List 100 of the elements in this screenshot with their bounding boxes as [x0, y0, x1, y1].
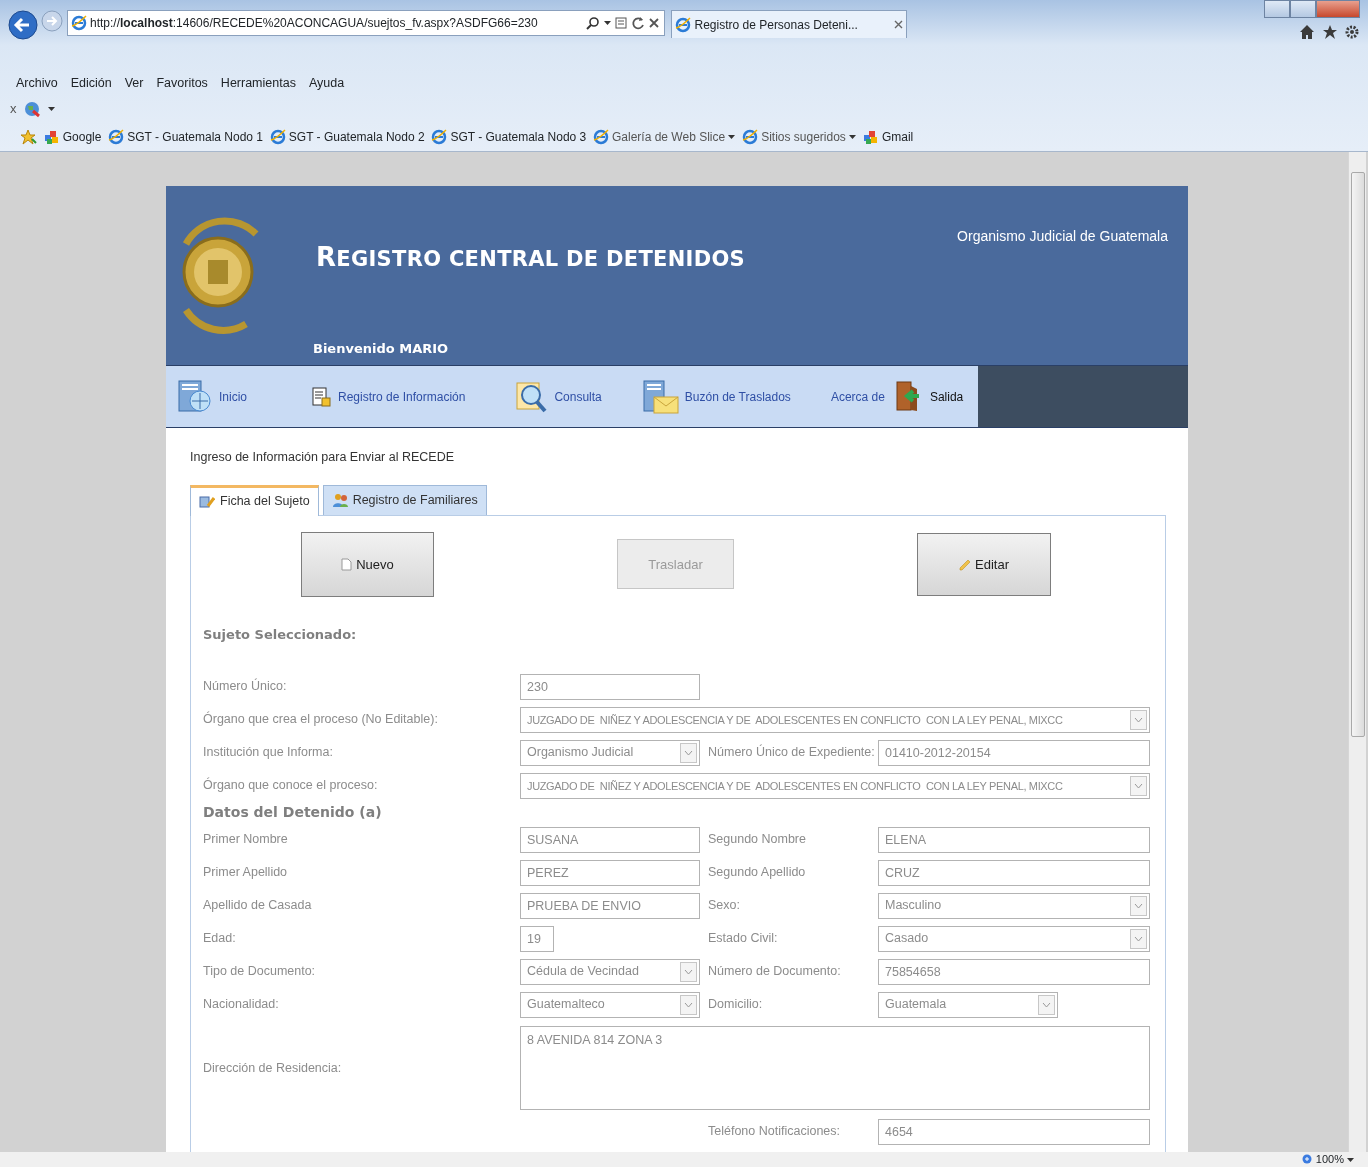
nav-link[interactable]: Inicio	[219, 387, 247, 406]
back-button[interactable]	[8, 10, 38, 40]
favorite-link[interactable]: Sitios sugeridos	[761, 128, 846, 146]
browser-icon	[70, 15, 87, 31]
scrollbar[interactable]	[1348, 152, 1366, 1152]
text-field[interactable]: PEREZ	[520, 859, 700, 886]
colorful-squares-icon	[43, 129, 60, 145]
organization-name: Organismo Judicial de Guatemala	[957, 227, 1168, 246]
action-button[interactable]: Nuevo	[301, 531, 434, 597]
url-text: http://localhost:14606/RECEDE%20ACONCAGUA/suejtos_fv.aspx?ASDFG66=230	[90, 15, 539, 32]
favorite-link[interactable]: Gmail	[881, 128, 914, 146]
field-label: Segundo Nombre	[707, 832, 807, 848]
zoom-icon[interactable]	[1301, 1154, 1313, 1165]
menu-item[interactable]: Archivo	[16, 73, 58, 93]
forward-button[interactable]	[41, 10, 64, 32]
welcome-text: Bienvenido MARIO	[313, 340, 449, 358]
field-label: Primer Nombre	[203, 832, 289, 848]
zoom-level[interactable]: 100%	[1315, 1151, 1344, 1167]
settings-icon[interactable]	[1344, 24, 1360, 40]
text-field[interactable]: PRUEBA DE ENVIO	[520, 892, 700, 919]
globe-icon[interactable]	[23, 100, 41, 118]
browser-icon	[741, 129, 758, 145]
text-field[interactable]: 230	[520, 673, 700, 700]
close-icon[interactable]	[648, 17, 661, 29]
close-button[interactable]	[1316, 0, 1360, 18]
field-label: Nacionalidad:	[203, 997, 280, 1013]
field-label: Teléfono Notificaciones:	[707, 1124, 842, 1140]
home-icon[interactable]	[1299, 24, 1315, 40]
page-title: REGISTRO CENTRAL DE DETENIDOS	[316, 241, 745, 274]
section-heading: Sujeto Seleccionado:	[203, 625, 358, 644]
menu-item[interactable]: Ayuda	[308, 73, 345, 93]
caret-icon	[47, 107, 55, 111]
close-icon[interactable]	[893, 20, 903, 29]
favorite-link[interactable]: SGT - Guatemala Nodo 1	[127, 128, 264, 146]
field-label: Edad:	[203, 931, 237, 947]
section-heading: Datos del Detenido (a)	[203, 803, 383, 823]
field-label: Tipo de Documento:	[203, 964, 317, 980]
nav-link[interactable]: Salida	[929, 387, 964, 406]
address-bar[interactable]: http://localhost:14606/RECEDE%20ACONCAGUA/suejtos_fv.aspx?ASDFG66=230	[66, 10, 665, 36]
minimize-button[interactable]	[1264, 0, 1290, 18]
dropdown-field[interactable]: JUZGADO DE NIÑEZ Y ADOLESCENCIA Y DE ADOLESCENTES EN CONFLICTO CON LA LEY PENAL, MIXCC	[520, 706, 1150, 733]
text-field[interactable]: 19	[520, 925, 554, 952]
document-add-icon[interactable]	[311, 385, 333, 408]
scrollbar-thumb[interactable]	[1351, 172, 1365, 737]
browser-icon	[431, 129, 448, 145]
menu-item[interactable]: Herramientas	[220, 73, 296, 93]
text-field[interactable]: 01410-2012-20154	[878, 739, 1150, 766]
colorful-squares-icon	[862, 129, 879, 145]
caret-icon[interactable]	[1347, 1157, 1354, 1162]
dropdown-field[interactable]: Guatemala	[878, 991, 1058, 1018]
browser-tab[interactable]: Registro de Personas Deteni...	[671, 10, 907, 38]
close-button[interactable]: x	[10, 99, 17, 119]
favorite-link[interactable]: SGT - Guatemala Nodo 3	[450, 128, 587, 146]
address-field[interactable]: 8 AVENIDA 814 ZONA 3	[520, 1026, 1150, 1111]
favorite-link[interactable]: Google	[62, 128, 102, 146]
dropdown-field[interactable]: Organismo Judicial	[520, 739, 700, 766]
menu-item[interactable]: Favoritos	[156, 73, 208, 93]
action-button[interactable]: Editar	[917, 532, 1051, 596]
field-label: Número Único de Expediente:	[707, 745, 876, 761]
dropdown-field[interactable]: JUZGADO DE NIÑEZ Y ADOLESCENCIA Y DE ADOLESCENTES EN CONFLICTO CON LA LEY PENAL, MIXCC	[520, 772, 1150, 799]
text-field[interactable]: SUSANA	[520, 826, 700, 853]
building-shield-icon[interactable]	[176, 378, 214, 415]
star-icon[interactable]	[1321, 24, 1338, 40]
id-card-icon	[199, 493, 215, 510]
search-icon[interactable]	[586, 16, 601, 30]
text-field[interactable]: ELENA	[878, 826, 1150, 853]
tab-title: Registro de Personas Deteni...	[694, 16, 859, 34]
maximize-button[interactable]	[1290, 0, 1316, 18]
favorite-link[interactable]: Galería de Web Slice	[612, 128, 726, 146]
page-icon	[341, 557, 353, 571]
browser-icon	[675, 16, 692, 33]
browser-icon	[269, 129, 286, 145]
dropdown-field[interactable]: Casado	[878, 925, 1150, 952]
refresh-icon[interactable]	[631, 16, 645, 30]
people-icon	[331, 492, 348, 509]
favorite-link[interactable]: SGT - Guatemala Nodo 2	[288, 128, 425, 146]
field-label: Estado Civil:	[707, 931, 779, 947]
text-field[interactable]: CRUZ	[878, 859, 1150, 886]
field-label: Dirección de Residencia:	[203, 1060, 343, 1076]
tab[interactable]: Registro de Familiares	[322, 484, 487, 515]
text-field[interactable]: 4654	[878, 1118, 1150, 1145]
dropdown-field[interactable]: Guatemalteco	[520, 991, 700, 1018]
menu-item[interactable]: Ver	[124, 73, 144, 93]
menu-item[interactable]: Edición	[70, 73, 112, 93]
dropdown-field[interactable]: Cédula de Vecindad	[520, 958, 700, 985]
field-label: Primer Apellido	[203, 865, 289, 881]
favorites-star-icon[interactable]	[20, 129, 37, 145]
text-field[interactable]: 75854658	[878, 958, 1150, 985]
dropdown-field[interactable]: Masculino	[878, 892, 1150, 919]
field-label: Institución que Informa:	[203, 745, 334, 761]
nav-link[interactable]: Registro de Información	[338, 387, 466, 406]
building-envelope-icon[interactable]	[641, 378, 680, 415]
browser-icon	[107, 129, 124, 145]
tab[interactable]: Ficha del Sujeto	[190, 484, 319, 516]
nav-link[interactable]: Consulta	[554, 387, 602, 406]
field-label: Número de Documento:	[707, 964, 842, 980]
nav-link[interactable]: Buzón de Traslados	[684, 387, 791, 406]
field-label: Órgano que crea el proceso (No Editable):	[203, 712, 439, 728]
nav-link[interactable]: Acerca de	[830, 387, 885, 406]
caret-icon	[728, 135, 736, 139]
